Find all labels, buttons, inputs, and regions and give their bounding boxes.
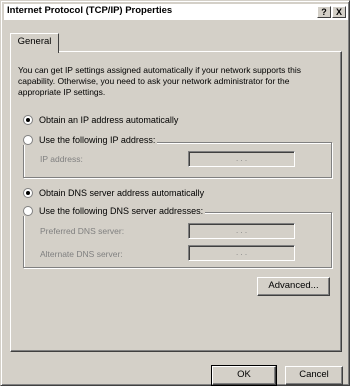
alternate-dns-separators: . . .	[235, 248, 248, 257]
help-icon: ?	[321, 7, 327, 17]
radio-obtain-dns-auto-label: Obtain DNS server address automatically	[39, 188, 205, 198]
radio-use-following-ip-label: Use the following IP address:	[39, 135, 156, 145]
advanced-button[interactable]: Advanced...	[257, 277, 330, 296]
window-title: Internet Protocol (TCP/IP) Properties	[7, 5, 173, 16]
radio-unselected-icon	[23, 206, 33, 216]
tcpip-properties-dialog: Internet Protocol (TCP/IP) Properties ? …	[0, 0, 350, 386]
ok-button[interactable]: OK	[211, 365, 277, 386]
radio-unselected-icon	[23, 135, 33, 145]
radio-selected-icon	[23, 188, 33, 198]
radio-obtain-ip-auto[interactable]: Obtain an IP address automatically	[23, 115, 178, 125]
preferred-dns-separators: . . .	[235, 226, 248, 235]
preferred-dns-label: Preferred DNS server:	[40, 226, 125, 236]
radio-use-following-dns[interactable]: Use the following DNS server addresses:	[21, 206, 206, 216]
radio-use-following-dns-label: Use the following DNS server addresses:	[39, 206, 204, 216]
cancel-button[interactable]: Cancel	[285, 366, 343, 385]
radio-use-following-ip[interactable]: Use the following IP address:	[21, 135, 158, 145]
ip-address-input[interactable]: . . .	[188, 151, 295, 167]
help-button[interactable]: ?	[317, 6, 331, 18]
title-bar[interactable]: Internet Protocol (TCP/IP) Properties ? …	[4, 4, 348, 20]
alternate-dns-label: Alternate DNS server:	[40, 249, 123, 259]
tab-general[interactable]: General	[10, 33, 59, 53]
intro-text: You can get IP settings assigned automat…	[18, 65, 302, 97]
radio-obtain-dns-auto[interactable]: Obtain DNS server address automatically	[23, 188, 204, 198]
radio-selected-icon	[23, 115, 33, 125]
preferred-dns-input[interactable]: . . .	[188, 223, 295, 239]
radio-obtain-ip-auto-label: Obtain an IP address automatically	[39, 115, 179, 125]
ip-address-separators: . . .	[235, 154, 248, 163]
close-button[interactable]: X	[332, 6, 346, 18]
close-icon: X	[335, 7, 342, 17]
alternate-dns-input[interactable]: . . .	[188, 245, 295, 261]
ip-address-label: IP address:	[40, 154, 83, 164]
